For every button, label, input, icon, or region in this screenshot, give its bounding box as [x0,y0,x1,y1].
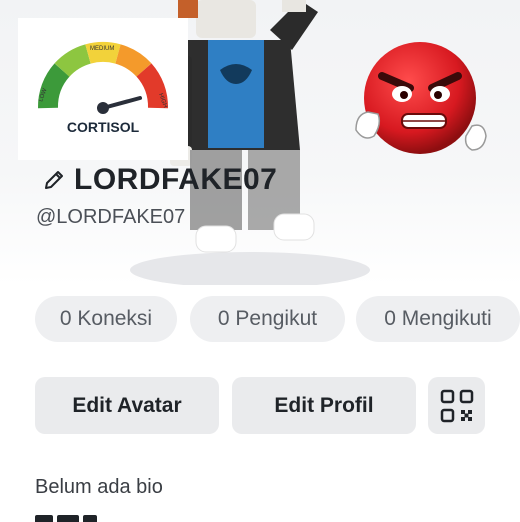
connections-chip[interactable]: 0 Koneksi [35,296,177,342]
meter-title: CORTISOL [67,119,140,135]
cortisol-meter: LOW MEDIUM HIGH CORTISOL [18,18,188,160]
bio-text: Belum ada bio [35,476,163,498]
following-chip[interactable]: 0 Mengikuti [356,296,520,342]
followers-chip[interactable]: 0 Pengikut [190,296,345,342]
display-name: LORDFAKE07 [74,163,278,196]
profile-hero: LOW MEDIUM HIGH CORTISOL LORDFAKE07 @LOR… [0,0,520,285]
edit-profile-button[interactable]: Edit Profil [232,377,416,434]
display-name-row: LORDFAKE07 [42,160,277,200]
username: @LORDFAKE07 [36,206,186,228]
qr-code-icon [440,389,473,422]
meter-medium-label: MEDIUM [90,46,114,52]
qr-code-button[interactable] [428,377,485,434]
angry-emoji-icon [355,42,487,154]
edit-avatar-button[interactable]: Edit Avatar [35,377,219,434]
pencil-icon[interactable] [42,168,66,192]
cutoff-heading [35,512,125,522]
